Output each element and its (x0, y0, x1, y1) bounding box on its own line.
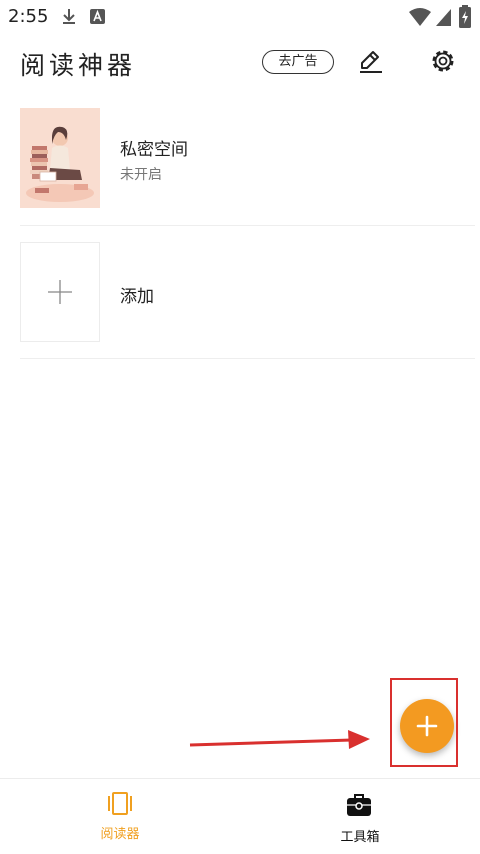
wifi-icon (409, 8, 431, 26)
divider (20, 225, 475, 226)
item-subtitle: 未开启 (120, 167, 162, 183)
list-item-add[interactable]: 添加 (20, 242, 475, 343)
tab-label: 工具箱 (340, 830, 380, 845)
signal-icon (436, 9, 451, 26)
toolbox-icon (347, 794, 371, 816)
download-icon (63, 9, 75, 24)
remove-ads-button[interactable]: 去广告 (262, 50, 334, 74)
edit-icon[interactable] (356, 46, 386, 76)
item-title: 添加 (120, 287, 154, 307)
reading-girl-illustration (20, 108, 100, 208)
tab-toolbox[interactable]: 工具箱 (240, 779, 480, 854)
tab-label: 阅读器 (100, 827, 140, 842)
divider (20, 358, 475, 359)
battery-icon (459, 5, 471, 28)
status-bar: 2:55 (0, 0, 480, 34)
app-notification-icon (90, 9, 105, 24)
reader-icon (108, 792, 132, 815)
app-title: 阅读神器 (20, 51, 137, 80)
annotation-arrow (189, 730, 370, 749)
annotation-highlight-box (390, 678, 458, 767)
tab-reader[interactable]: 阅读器 (0, 779, 240, 854)
status-time: 2:55 (8, 6, 49, 27)
app-header: 阅读神器 去广告 (0, 34, 480, 92)
add-thumbnail (20, 242, 100, 342)
item-title: 私密空间 (120, 140, 188, 160)
bottom-nav: 阅读器 工具箱 (0, 778, 480, 854)
list-item-private-space[interactable]: 私密空间 未开启 (20, 107, 475, 210)
plus-icon (48, 280, 72, 304)
gear-icon[interactable] (428, 46, 458, 76)
